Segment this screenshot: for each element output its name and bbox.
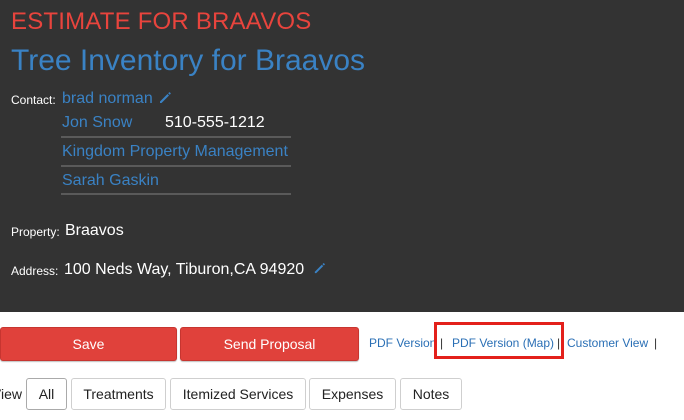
send-proposal-button[interactable]: Send Proposal xyxy=(180,327,359,361)
property-value: Braavos xyxy=(65,222,124,239)
highlight-box xyxy=(434,322,564,359)
edit-contact-pencil-icon[interactable] xyxy=(158,91,172,105)
tab-notes[interactable]: Notes xyxy=(400,378,462,410)
tab-all[interactable]: All xyxy=(26,378,67,410)
view-label: View xyxy=(0,386,22,402)
pdf-version-link[interactable]: PDF Version xyxy=(369,336,436,350)
address-label: Address: xyxy=(11,264,59,278)
customer-view-link[interactable]: Customer View xyxy=(567,336,648,350)
divider xyxy=(61,193,291,195)
address-value: 100 Neds Way, Tiburon,CA 94920 xyxy=(64,261,305,278)
estimate-header: ESTIMATE FOR BRAAVOS Tree Inventory for … xyxy=(0,0,684,312)
divider xyxy=(61,136,291,138)
contact-label: Contact: xyxy=(11,93,56,107)
contact-name[interactable]: Jon Snow xyxy=(62,114,132,132)
estimate-title: ESTIMATE FOR BRAAVOS xyxy=(11,8,312,35)
contact-person-link[interactable]: Sarah Gaskin xyxy=(62,172,159,190)
divider xyxy=(61,165,291,167)
property-label: Property: xyxy=(11,225,60,239)
separator: | xyxy=(654,336,658,350)
edit-address-pencil-icon[interactable] xyxy=(313,262,326,275)
tab-expenses[interactable]: Expenses xyxy=(309,378,396,410)
tab-treatments[interactable]: Treatments xyxy=(71,378,166,410)
contact-phone: 510-555-1212 xyxy=(165,114,265,131)
save-button[interactable]: Save xyxy=(0,327,177,361)
tab-itemized-services[interactable]: Itemized Services xyxy=(170,378,306,410)
contact-company-link[interactable]: Kingdom Property Management xyxy=(62,143,288,161)
contact-name-link[interactable]: brad norman xyxy=(62,90,153,108)
inventory-title: Tree Inventory for Braavos xyxy=(11,44,366,77)
